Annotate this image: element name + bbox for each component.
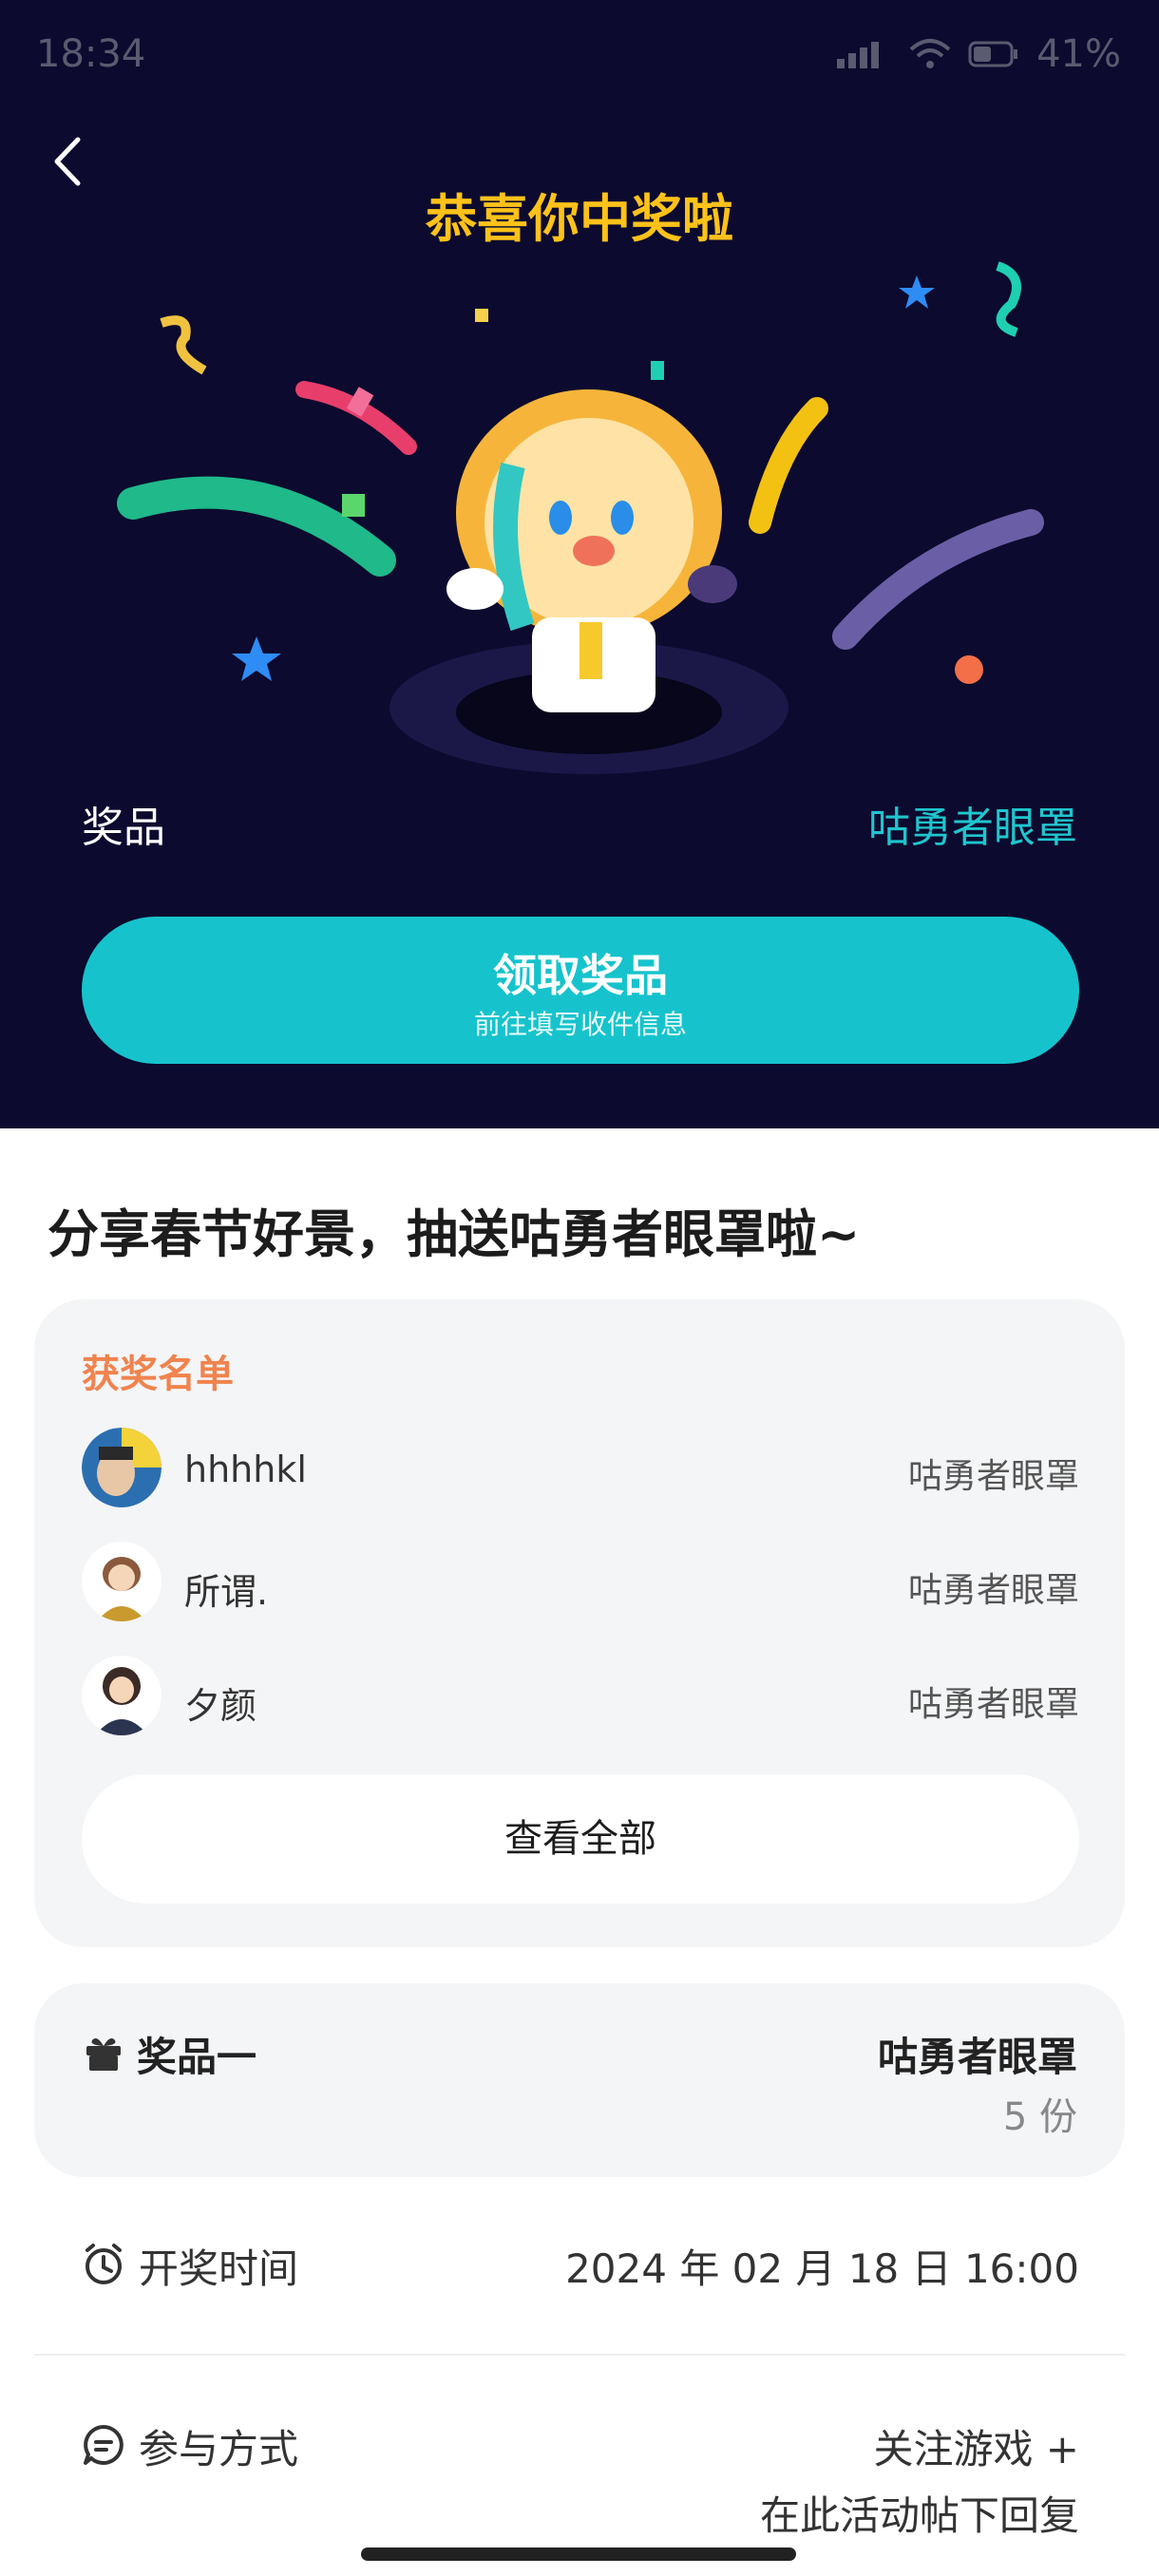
draw-time-value: 2024 年 02 月 18 日 16:00 — [565, 2245, 1079, 2292]
winners-heading: 获奖名单 — [82, 1353, 234, 1396]
winner-name: hhhhkl — [184, 1449, 307, 1490]
view-all-button[interactable]: 查看全部 — [82, 1774, 1079, 1904]
winner-name: 所谓. — [184, 1571, 269, 1613]
claim-prize-button[interactable]: 领取奖品 前往填写收件信息 — [82, 917, 1079, 1064]
prize-quantity: 5 份 — [1002, 2095, 1077, 2139]
winner-prize: 咕勇者眼罩 — [907, 1571, 1079, 1610]
participation-row: 参与方式 关注游戏 + 在此活动帖下回复 — [82, 2415, 1079, 2539]
winner-row: 所谓. 咕勇者眼罩 — [82, 1542, 1079, 1627]
chat-bubble-icon — [84, 2425, 124, 2465]
signal-icon — [837, 42, 880, 68]
home-indicator[interactable] — [361, 2548, 796, 2561]
draw-time-label: 开奖时间 — [139, 2245, 299, 2292]
participation-step-1: 关注游戏 + — [873, 2426, 1079, 2472]
wifi-icon — [909, 39, 951, 68]
winner-name: 夕颜 — [184, 1685, 257, 1727]
winner-prize: 咕勇者眼罩 — [907, 1457, 1079, 1496]
prize-label: 奖品 — [82, 804, 165, 852]
hero-banner: 18:34 41% 恭喜你中奖啦 奖品 咕勇者眼罩 领取奖品 前往填写收件信息 — [0, 0, 1159, 1128]
battery-icon — [968, 41, 1018, 67]
participation-step-2: 在此活动帖下回复 — [759, 2492, 1079, 2539]
prize-tier-name: 咕勇者眼罩 — [877, 2034, 1077, 2080]
claim-button-label: 领取奖品 — [493, 950, 668, 1001]
gift-icon — [86, 2038, 121, 2071]
celebration-mascot-illustration — [117, 261, 1044, 774]
status-bar: 18:34 41% — [0, 0, 1159, 104]
winner-row: 夕颜 咕勇者眼罩 — [82, 1656, 1079, 1741]
winner-prize: 咕勇者眼罩 — [907, 1685, 1079, 1724]
draw-time-row: 开奖时间 2024 年 02 月 18 日 16:00 — [82, 2237, 1079, 2294]
battery-percent: 41% — [1036, 32, 1121, 76]
winner-row: hhhhkl 咕勇者眼罩 — [82, 1428, 1079, 1513]
winners-list-card: 获奖名单 hhhhkl 咕勇者眼罩 所谓. 咕勇者眼罩 夕颜 咕勇者眼罩 查看全… — [34, 1299, 1125, 1947]
claim-button-sublabel: 前往填写收件信息 — [473, 1009, 687, 1040]
avatar — [82, 1428, 162, 1507]
prize-name: 咕勇者眼罩 — [868, 804, 1077, 852]
status-icons: 41% — [835, 32, 1121, 76]
status-time: 18:34 — [36, 32, 146, 76]
participation-label: 参与方式 — [139, 2426, 299, 2472]
avatar — [82, 1542, 162, 1621]
alarm-clock-icon — [86, 2244, 122, 2284]
avatar — [82, 1656, 162, 1735]
prize-info-card: 奖品一 咕勇者眼罩 5 份 — [34, 1983, 1125, 2177]
prize-tier-label: 奖品一 — [137, 2034, 257, 2080]
divider — [34, 2354, 1125, 2356]
activity-title: 分享春节好景，抽送咕勇者眼罩啦~ — [48, 1204, 861, 1264]
